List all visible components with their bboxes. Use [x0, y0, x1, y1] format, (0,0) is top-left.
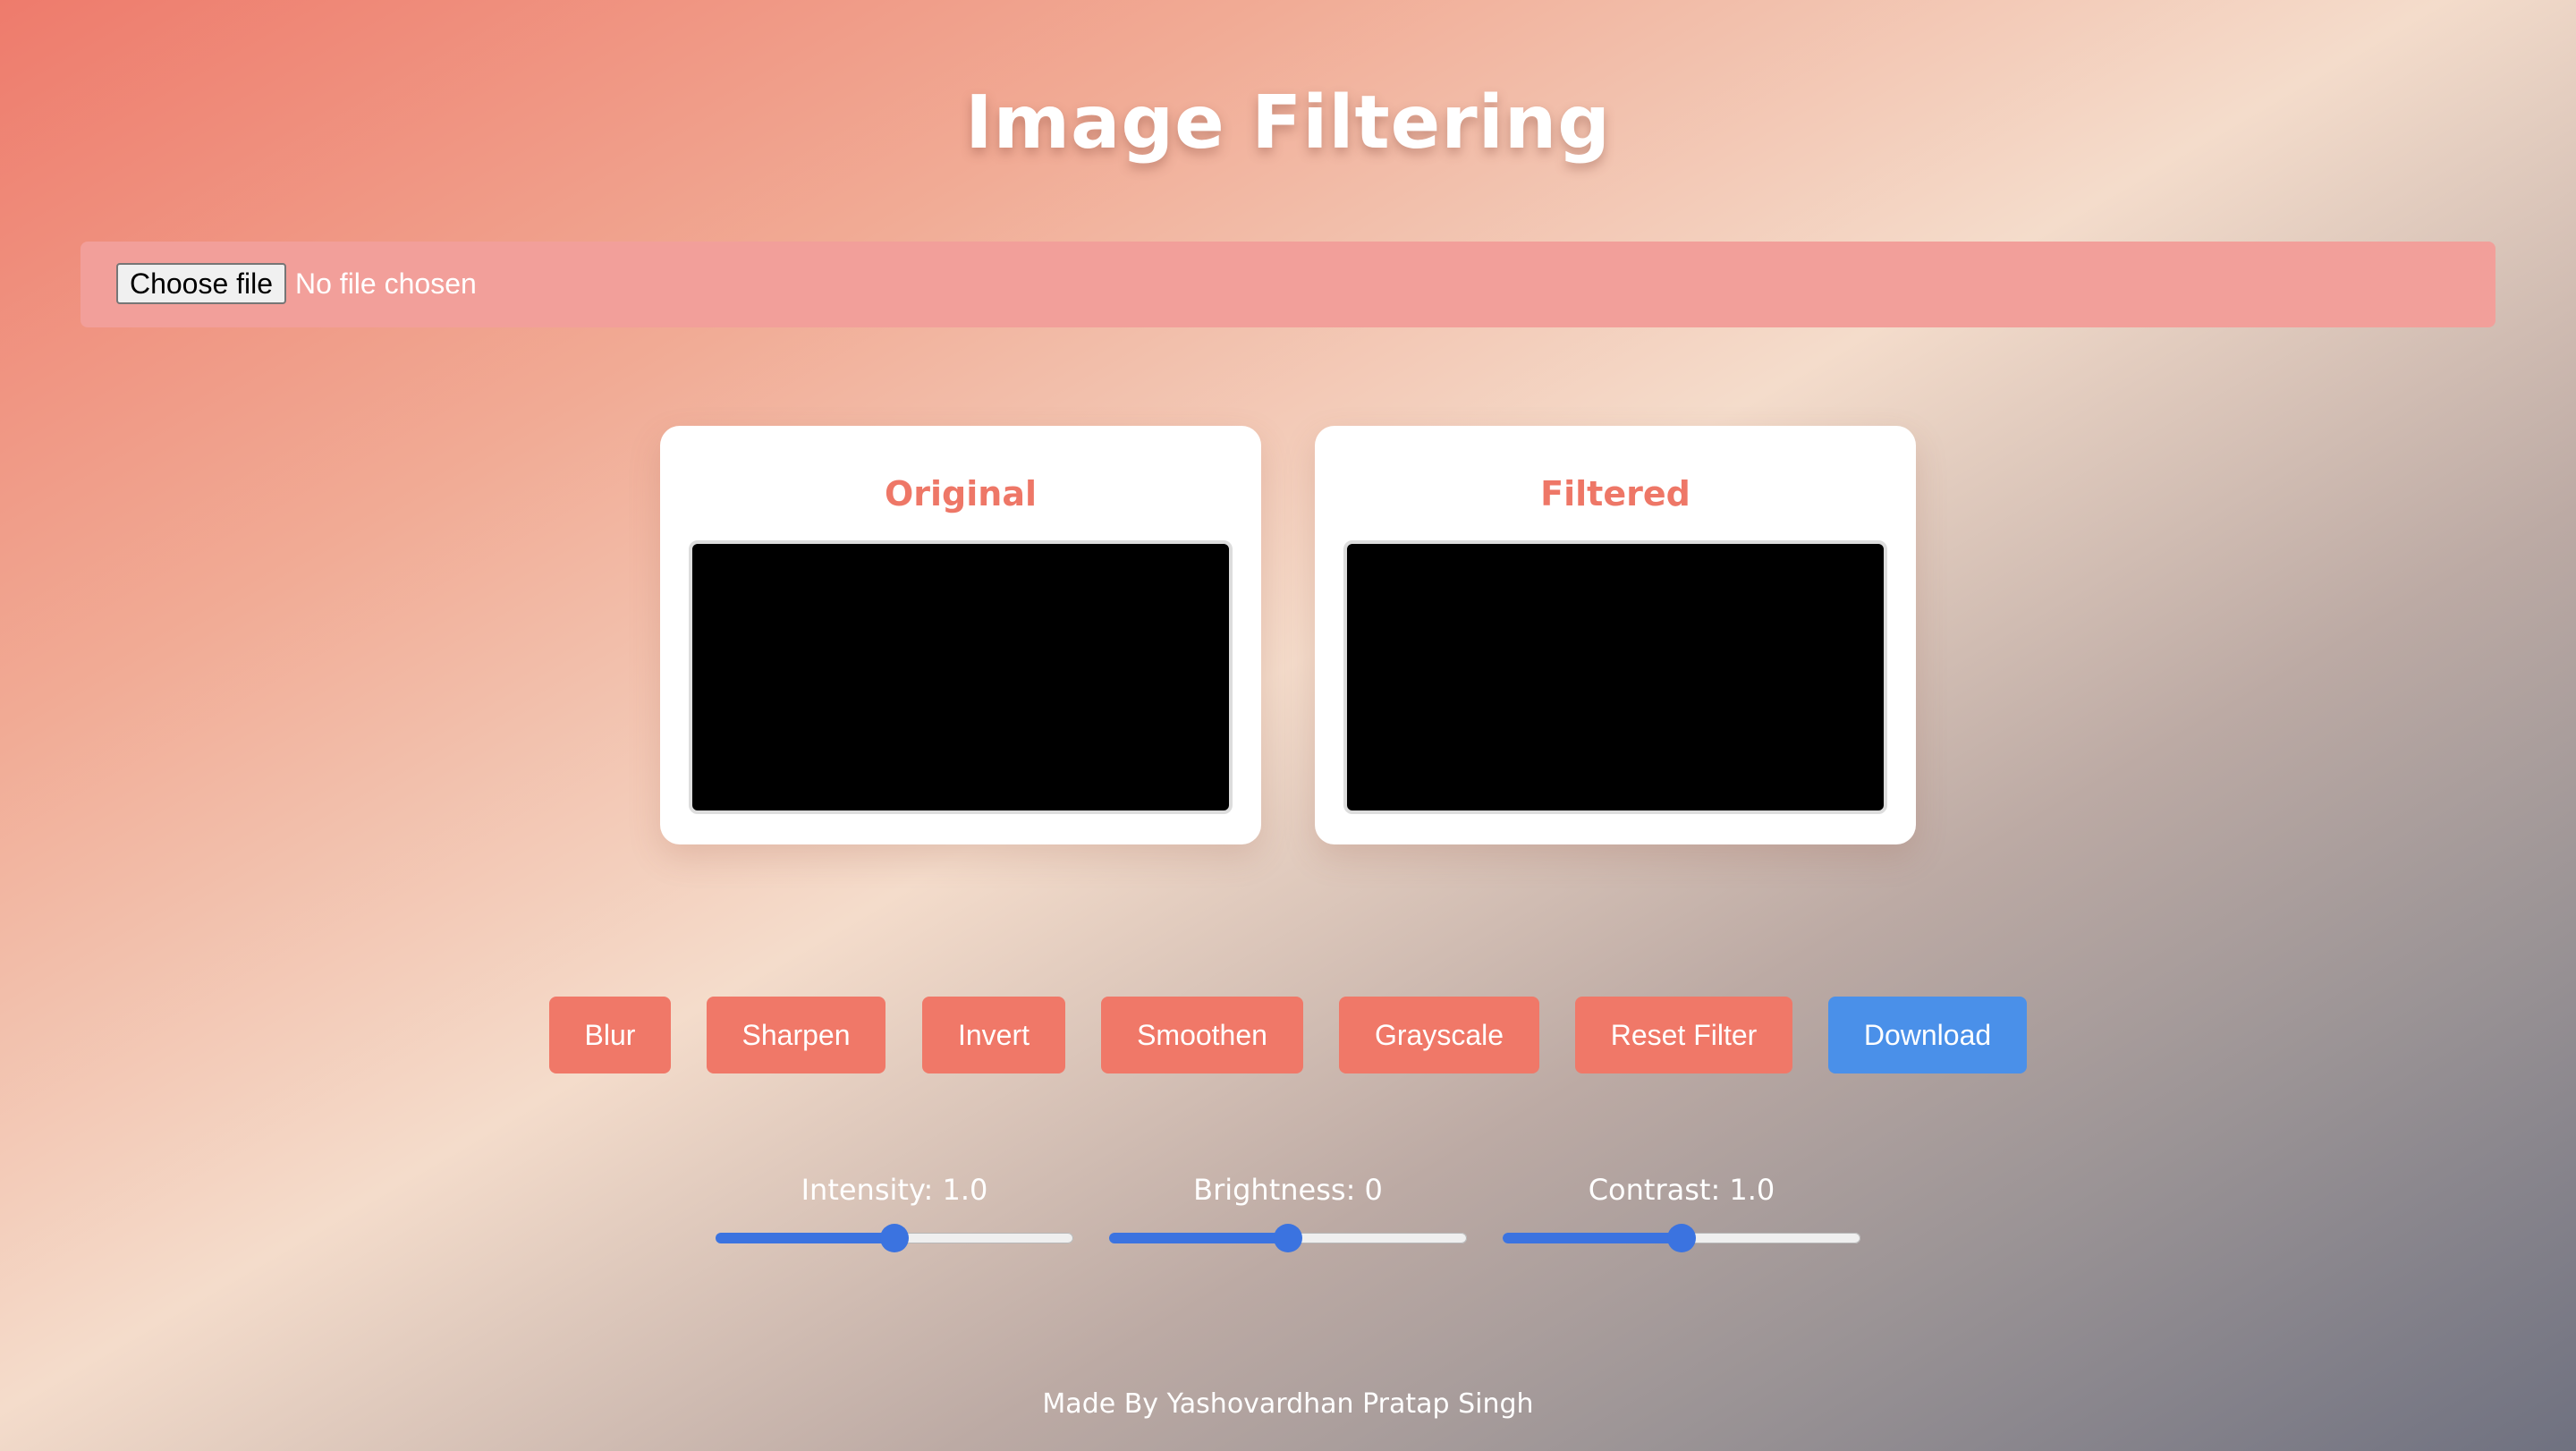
file-status-text: No file chosen [295, 267, 477, 300]
invert-button[interactable]: Invert [922, 997, 1065, 1073]
contrast-slider-group: Contrast: 1.0 [1503, 1168, 1860, 1252]
contrast-label: Contrast: 1.0 [1588, 1173, 1775, 1207]
filtered-image-panel: Filtered [1315, 426, 1916, 844]
sharpen-button[interactable]: Sharpen [707, 997, 886, 1073]
contrast-slider-fill [1503, 1233, 1682, 1243]
brightness-slider[interactable] [1109, 1224, 1467, 1252]
brightness-slider-fill [1109, 1233, 1288, 1243]
contrast-slider-thumb[interactable] [1667, 1224, 1696, 1252]
original-image-canvas [689, 540, 1233, 814]
brightness-slider-thumb[interactable] [1274, 1224, 1302, 1252]
download-button[interactable]: Download [1828, 997, 2027, 1073]
filtered-image-canvas [1343, 540, 1887, 814]
blur-button[interactable]: Blur [549, 997, 671, 1073]
page-title: Image Filtering [965, 80, 1611, 165]
original-image-panel: Original [660, 426, 1261, 844]
intensity-label: Intensity: 1.0 [801, 1173, 988, 1207]
choose-file-button[interactable]: Choose file [116, 263, 286, 304]
file-upload-bar: Choose file No file chosen [80, 242, 2496, 327]
brightness-label: Brightness: 0 [1193, 1173, 1383, 1207]
contrast-slider[interactable] [1503, 1224, 1860, 1252]
footer-credit: Made By Yashovardhan Pratap Singh [1042, 1388, 1534, 1420]
intensity-slider-thumb[interactable] [880, 1224, 909, 1252]
intensity-slider-fill [716, 1233, 894, 1243]
smoothen-button[interactable]: Smoothen [1101, 997, 1303, 1073]
original-panel-title: Original [884, 474, 1038, 513]
brightness-slider-group: Brightness: 0 [1109, 1168, 1467, 1252]
filtered-panel-title: Filtered [1540, 474, 1690, 513]
intensity-slider[interactable] [716, 1224, 1073, 1252]
intensity-slider-group: Intensity: 1.0 [716, 1168, 1073, 1252]
grayscale-button[interactable]: Grayscale [1339, 997, 1539, 1073]
reset-filter-button[interactable]: Reset Filter [1575, 997, 1792, 1073]
